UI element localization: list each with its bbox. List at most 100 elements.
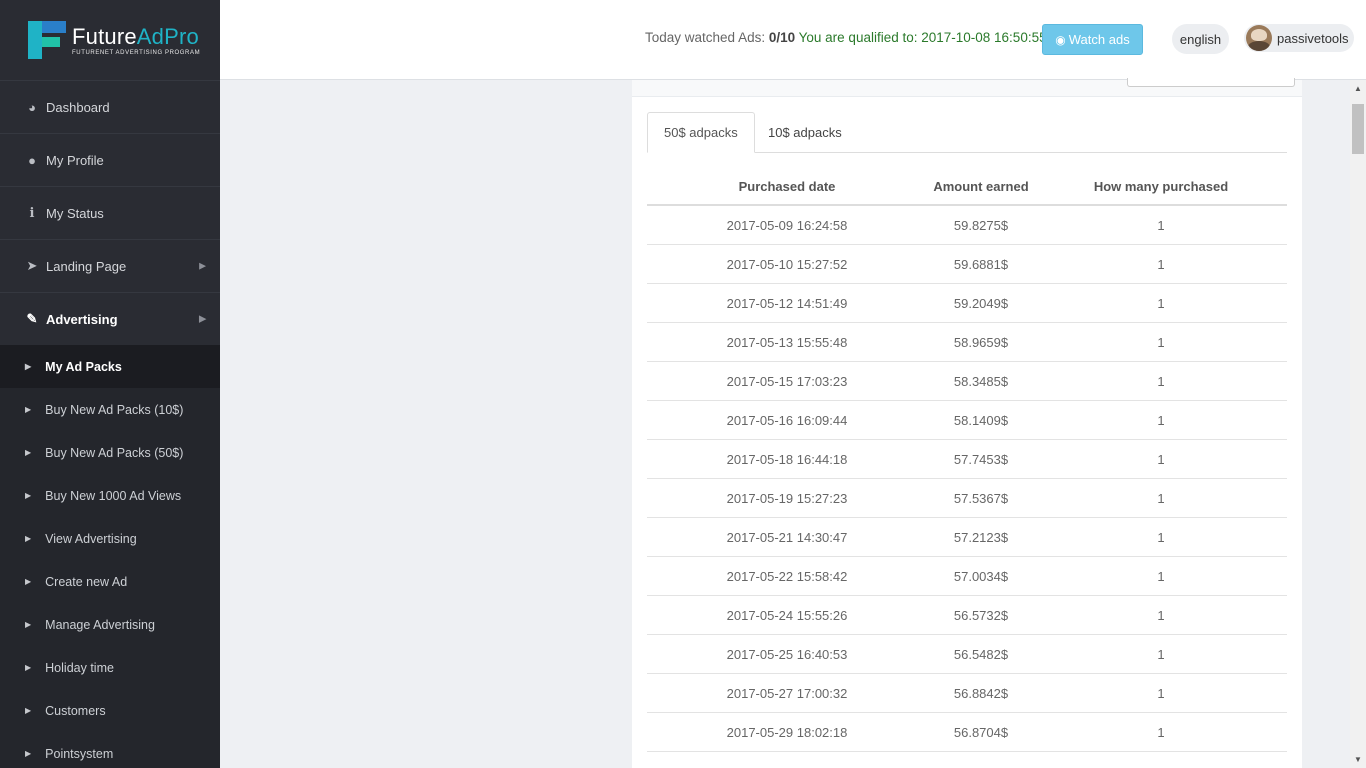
sidebar-subitem-label: Buy New Ad Packs (10$) (45, 402, 184, 417)
page-scrollbar[interactable]: ▲ ▼ (1350, 80, 1366, 768)
cell-purchased-date: 2017-05-12 14:51:49 (647, 283, 927, 323)
sidebar-subitem-pointsystem[interactable]: ▶ Pointsystem (0, 732, 220, 768)
cell-how-many: 1 (1035, 634, 1287, 674)
cell-purchased-date: 2017-05-16 16:09:44 (647, 400, 927, 440)
cell-how-many: 1 (1035, 712, 1287, 752)
cell-amount-earned: 59.6881$ (927, 244, 1035, 284)
ad-packs-table: Purchased date Amount earned How many pu… (647, 169, 1287, 752)
watched-label: Today watched Ads: (645, 30, 766, 45)
info-icon: i (29, 205, 35, 221)
sidebar-subitem-label: Buy New Ad Packs (50$) (45, 445, 184, 460)
caret-right-icon: ▶ (25, 534, 32, 543)
table-row: 2017-05-09 16:24:58 59.8275$ 1 (647, 205, 1287, 245)
sidebar-item-label: Landing Page (46, 258, 127, 274)
cell-how-many: 1 (1035, 205, 1287, 245)
caret-right-icon: ▶ (25, 577, 32, 586)
tab-label: 50$ adpacks (664, 125, 738, 140)
column-header-how-many-purchased: How many purchased (1035, 169, 1287, 206)
cell-how-many: 1 (1035, 517, 1287, 557)
caret-right-icon: ▶ (25, 663, 32, 672)
user-icon: ● (28, 152, 36, 168)
scroll-down-icon[interactable]: ▼ (1354, 755, 1362, 764)
cell-how-many: 1 (1035, 556, 1287, 596)
chevron-right-icon: ▶ (199, 260, 206, 271)
caret-right-icon: ▶ (25, 706, 32, 715)
sidebar-subitem-label: Manage Advertising (45, 617, 155, 632)
sidebar-subitem-label: Buy New 1000 Ad Views (45, 488, 182, 503)
caret-right-icon: ▶ (25, 491, 32, 500)
cell-how-many: 1 (1035, 244, 1287, 284)
table-row: 2017-05-12 14:51:49 59.2049$ 1 (647, 283, 1287, 323)
language-selector[interactable]: english (1172, 24, 1229, 54)
caret-right-icon: ▶ (25, 448, 32, 457)
cell-how-many: 1 (1035, 322, 1287, 362)
cell-amount-earned: 56.5482$ (927, 634, 1035, 674)
table-row: 2017-05-13 15:55:48 58.9659$ 1 (647, 322, 1287, 362)
eye-icon: ◉ (1055, 32, 1066, 47)
sidebar: FutureAdPro FUTURENET ADVERTISING PROGRA… (0, 0, 220, 768)
user-menu[interactable]: passivetools (1244, 24, 1354, 52)
caret-right-icon: ▶ (25, 362, 32, 371)
sidebar-subitem-my-ad-packs[interactable]: ▶ My Ad Packs (0, 345, 220, 388)
sidebar-item-my-profile[interactable]: ● My Profile (0, 133, 220, 186)
cell-amount-earned: 57.7453$ (927, 439, 1035, 479)
cell-amount-earned: 56.8704$ (927, 712, 1035, 752)
table-row: 2017-05-19 15:27:23 57.5367$ 1 (647, 478, 1287, 518)
sidebar-subitem-buy-ad-views[interactable]: ▶ Buy New 1000 Ad Views (0, 474, 220, 517)
sidebar-subitem-holiday-time[interactable]: ▶ Holiday time (0, 646, 220, 689)
cell-purchased-date: 2017-05-19 15:27:23 (647, 478, 927, 518)
sidebar-item-advertising[interactable]: ✎ Advertising ▶ (0, 292, 220, 345)
magic-wand-icon: ✎ (26, 311, 38, 326)
tab-10-adpacks[interactable]: 10$ adpacks (752, 112, 858, 152)
table-row: 2017-05-24 15:55:26 56.5732$ 1 (647, 595, 1287, 635)
cell-purchased-date: 2017-05-22 15:58:42 (647, 556, 927, 596)
sidebar-subitem-create-new-ad[interactable]: ▶ Create new Ad (0, 560, 220, 603)
cell-purchased-date: 2017-05-27 17:00:32 (647, 673, 927, 713)
logo[interactable]: FutureAdPro FUTURENET ADVERTISING PROGRA… (0, 0, 220, 80)
sidebar-subitem-label: Create new Ad (45, 574, 128, 589)
caret-right-icon: ▶ (25, 620, 32, 629)
sidebar-item-label: My Profile (46, 152, 104, 168)
sidebar-subitem-view-advertising[interactable]: ▶ View Advertising (0, 517, 220, 560)
sidebar-subitem-label: Pointsystem (45, 746, 114, 761)
cell-purchased-date: 2017-05-29 18:02:18 (647, 712, 927, 752)
cell-amount-earned: 59.8275$ (927, 205, 1035, 245)
panel-select[interactable] (1127, 78, 1295, 87)
sidebar-subitem-buy-ad-packs-50[interactable]: ▶ Buy New Ad Packs (50$) (0, 431, 220, 474)
cell-how-many: 1 (1035, 400, 1287, 440)
watch-ads-button[interactable]: ◉ Watch ads (1042, 24, 1143, 55)
table-row: 2017-05-15 17:03:23 58.3485$ 1 (647, 361, 1287, 401)
cell-amount-earned: 56.8842$ (927, 673, 1035, 713)
cell-how-many: 1 (1035, 283, 1287, 323)
cell-purchased-date: 2017-05-25 16:40:53 (647, 634, 927, 674)
sidebar-item-landing-page[interactable]: ➤ Landing Page ▶ (0, 239, 220, 292)
tab-50-adpacks[interactable]: 50$ adpacks (647, 112, 755, 153)
sidebar-item-label: My Status (46, 205, 104, 221)
scrollbar-thumb[interactable] (1352, 104, 1364, 154)
cell-amount-earned: 58.9659$ (927, 322, 1035, 362)
sidebar-subitem-label: Customers (45, 703, 106, 718)
table-row: 2017-05-18 16:44:18 57.7453$ 1 (647, 439, 1287, 479)
cell-how-many: 1 (1035, 673, 1287, 713)
ad-packs-panel: 50$ adpacks 10$ adpacks Purchased date A… (632, 78, 1302, 768)
top-header: Today watched Ads: 0/10 You are qualifie… (220, 0, 1366, 80)
avatar (1246, 25, 1272, 51)
sidebar-subitem-buy-ad-packs-10[interactable]: ▶ Buy New Ad Packs (10$) (0, 388, 220, 431)
tab-label: 10$ adpacks (768, 124, 842, 140)
cell-amount-earned: 58.1409$ (927, 400, 1035, 440)
scroll-up-icon[interactable]: ▲ (1354, 84, 1362, 93)
table-row: 2017-05-10 15:27:52 59.6881$ 1 (647, 244, 1287, 284)
table-row: 2017-05-21 14:30:47 57.2123$ 1 (647, 517, 1287, 557)
cell-how-many: 1 (1035, 595, 1287, 635)
brand-tagline: FUTURENET ADVERTISING PROGRAM (72, 49, 201, 56)
main-content: 50$ adpacks 10$ adpacks Purchased date A… (220, 78, 1350, 768)
sidebar-item-dashboard[interactable]: ◕ Dashboard (0, 80, 220, 133)
adpack-tabs: 50$ adpacks 10$ adpacks (647, 112, 1287, 153)
sidebar-subitem-customers[interactable]: ▶ Customers (0, 689, 220, 732)
table-row: 2017-05-22 15:58:42 57.0034$ 1 (647, 556, 1287, 596)
cell-amount-earned: 58.3485$ (927, 361, 1035, 401)
watched-ads-info: Today watched Ads: 0/10 You are qualifie… (645, 30, 1047, 45)
sidebar-item-my-status[interactable]: i My Status (0, 186, 220, 239)
sidebar-subitem-manage-advertising[interactable]: ▶ Manage Advertising (0, 603, 220, 646)
cell-purchased-date: 2017-05-10 15:27:52 (647, 244, 927, 284)
